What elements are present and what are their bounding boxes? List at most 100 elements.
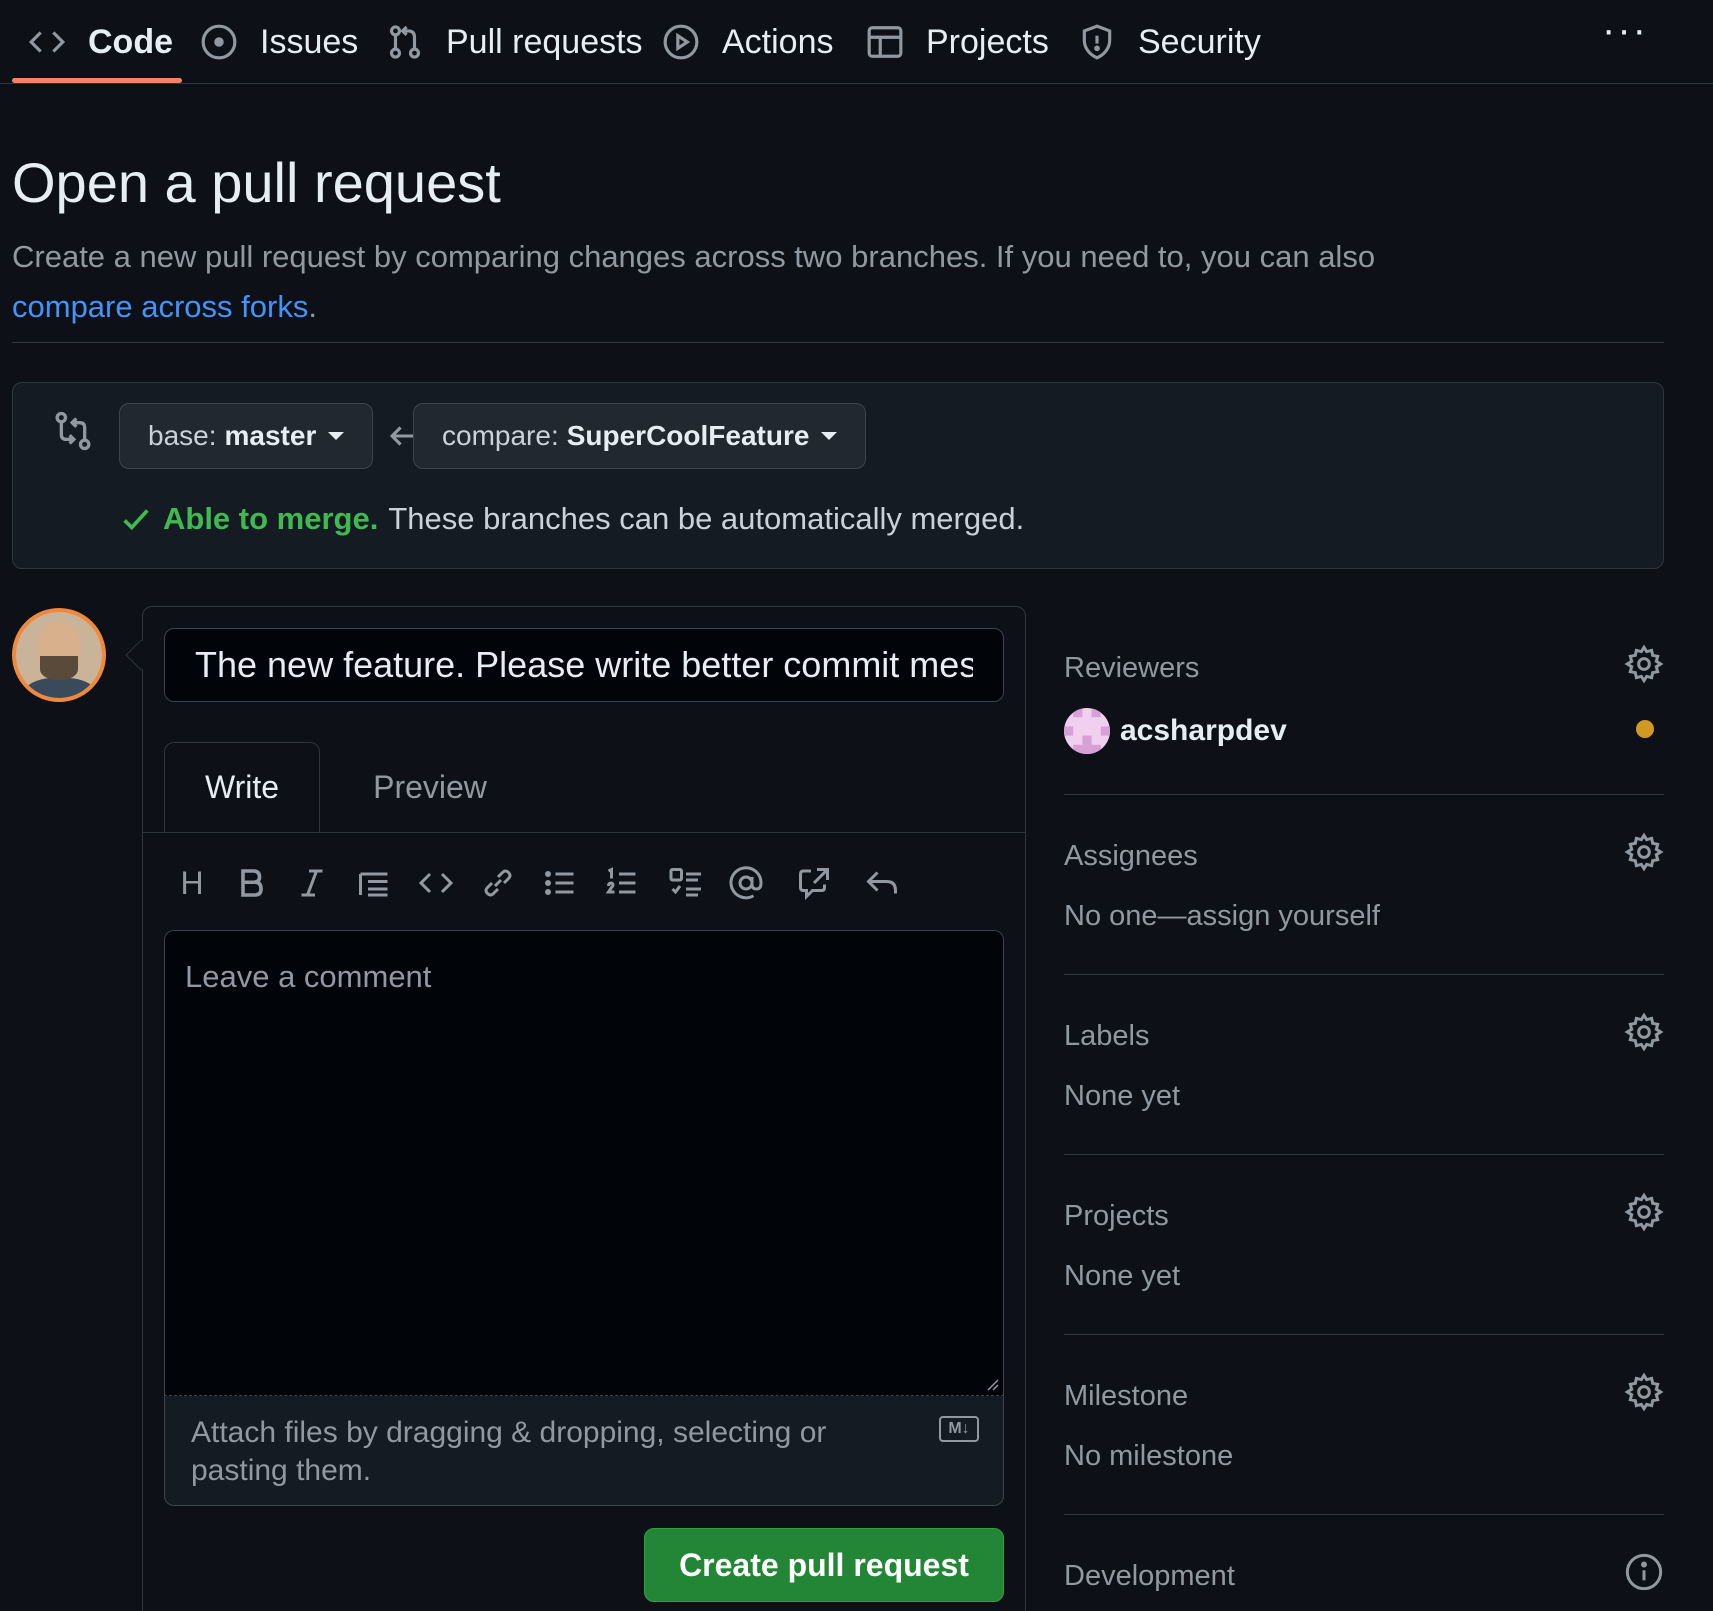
comment-placeholder: Leave a comment — [185, 959, 432, 994]
reply-icon — [866, 871, 897, 894]
compare-branch-select[interactable]: compare: SuperCoolFeature — [413, 403, 867, 469]
tab-issues-label: Issues — [260, 22, 359, 61]
base-branch-value: master — [224, 420, 317, 451]
avatar-beard — [40, 656, 78, 680]
list-unordered-icon — [545, 871, 574, 895]
gear-icon[interactable] — [1624, 1192, 1664, 1232]
bold-tool[interactable] — [224, 850, 280, 916]
review-pending-icon — [1636, 720, 1654, 738]
tab-code-label: Code — [88, 22, 173, 61]
list-ordered-icon — [605, 867, 636, 894]
gear-icon[interactable] — [1624, 1012, 1664, 1052]
merge-ok-label: Able to merge. — [163, 501, 379, 536]
page-description: Create a new pull request by comparing c… — [12, 232, 1512, 332]
shield-icon — [1082, 24, 1112, 60]
attach-files-text: Attach files by dragging & dropping, sel… — [191, 1416, 827, 1487]
sidebar-divider — [1064, 1514, 1664, 1515]
sidebar-divider — [1064, 974, 1664, 975]
check-icon — [123, 509, 149, 531]
bulleted-list-tool[interactable] — [532, 850, 588, 916]
chevron-down-icon — [328, 432, 345, 440]
quote-tool[interactable] — [346, 850, 402, 916]
markdown-toolbar: H — [164, 850, 1004, 916]
milestone-heading[interactable]: Milestone — [1064, 1380, 1188, 1413]
file-attachment-area[interactable]: Attach files by dragging & dropping, sel… — [164, 1396, 1004, 1506]
tab-code[interactable]: Code — [28, 0, 173, 84]
tab-projects-label: Projects — [926, 22, 1049, 61]
milestone-section: Milestone No milestone — [1064, 1372, 1664, 1480]
tab-pull-requests-label: Pull requests — [446, 22, 643, 61]
resize-handle-icon[interactable] — [983, 1375, 999, 1391]
tab-pull-requests[interactable]: Pull requests — [386, 0, 643, 84]
code-icon — [418, 872, 454, 894]
italic-icon — [301, 869, 323, 897]
identicon-icon — [1064, 708, 1110, 754]
heading-tool[interactable]: H — [164, 850, 220, 916]
heading-icon: H — [180, 864, 204, 901]
labels-value: None yet — [1064, 1080, 1181, 1112]
issue-opened-icon — [201, 24, 237, 60]
quote-icon — [359, 872, 388, 897]
labels-section: Labels None yet — [1064, 1012, 1664, 1120]
sidebar-divider — [1064, 794, 1664, 795]
labels-heading[interactable]: Labels — [1064, 1020, 1149, 1053]
tab-write[interactable]: Write — [164, 742, 320, 833]
create-pull-request-button[interactable]: Create pull request — [644, 1528, 1004, 1602]
link-icon — [484, 869, 512, 897]
base-branch-select[interactable]: base: master — [119, 403, 374, 469]
link-tool[interactable] — [470, 850, 526, 916]
tab-security-label: Security — [1138, 22, 1261, 61]
gear-icon[interactable] — [1624, 644, 1664, 684]
tab-preview[interactable]: Preview — [340, 742, 520, 833]
merge-status-text: These branches can be automatically merg… — [388, 501, 1025, 536]
code-icon — [28, 31, 66, 53]
gear-icon[interactable] — [1624, 832, 1664, 872]
projects-value: None yet — [1064, 1260, 1181, 1292]
reviewers-section: Reviewers acsharpdev — [1064, 644, 1664, 772]
assignees-section: Assignees No one—assign yourself — [1064, 832, 1664, 940]
git-pull-request-icon — [389, 25, 421, 59]
code-tool[interactable] — [408, 850, 464, 916]
reviewer-item[interactable]: acsharpdev — [1064, 708, 1287, 754]
development-heading: Development — [1064, 1560, 1235, 1592]
reviewers-heading[interactable]: Reviewers — [1064, 652, 1199, 685]
tab-projects[interactable]: Projects — [866, 0, 1049, 84]
mention-tool[interactable] — [718, 850, 774, 916]
projects-section: Projects None yet — [1064, 1192, 1664, 1300]
description-text: Create a new pull request by comparing c… — [12, 239, 1376, 274]
description-period: . — [308, 289, 317, 324]
markdown-icon[interactable]: M↓ — [939, 1416, 979, 1442]
branch-compare-box: base: master compare: SuperCoolFeature A… — [12, 382, 1664, 569]
sidebar-divider — [1064, 1154, 1664, 1155]
italic-tool[interactable] — [284, 850, 340, 916]
development-section: Development — [1064, 1553, 1664, 1610]
projects-heading[interactable]: Projects — [1064, 1200, 1169, 1233]
more-tabs-icon[interactable]: ··· — [1602, 8, 1648, 53]
tab-issues[interactable]: Issues — [200, 0, 358, 84]
numbered-list-tool[interactable] — [594, 850, 650, 916]
info-icon[interactable] — [1624, 1552, 1664, 1592]
pr-title-input[interactable] — [164, 628, 1004, 702]
reviewer-avatar — [1064, 708, 1110, 754]
table-icon — [867, 26, 903, 58]
tab-actions[interactable]: Actions — [662, 0, 834, 84]
comment-textarea[interactable]: Leave a comment — [164, 930, 1004, 1396]
gear-icon[interactable] — [1624, 1372, 1664, 1412]
milestone-value: No milestone — [1064, 1440, 1234, 1472]
tab-security[interactable]: Security — [1078, 0, 1261, 84]
tab-actions-label: Actions — [722, 22, 834, 61]
bold-icon — [241, 869, 263, 897]
saved-replies-tool[interactable] — [854, 850, 910, 916]
assign-yourself-link[interactable]: No one—assign yourself — [1064, 900, 1380, 933]
git-compare-icon — [55, 411, 91, 451]
cross-reference-tool[interactable] — [786, 850, 842, 916]
compare-across-forks-link[interactable]: compare across forks — [12, 289, 308, 324]
merge-status: Able to merge. These branches can be aut… — [119, 501, 1024, 537]
author-avatar[interactable] — [12, 608, 106, 702]
cross-reference-icon — [799, 868, 829, 901]
assignees-heading[interactable]: Assignees — [1064, 840, 1198, 873]
play-icon — [663, 24, 699, 60]
reviewer-name: acsharpdev — [1120, 714, 1287, 747]
task-list-tool[interactable] — [658, 850, 714, 916]
compare-branch-value: SuperCoolFeature — [566, 420, 810, 451]
